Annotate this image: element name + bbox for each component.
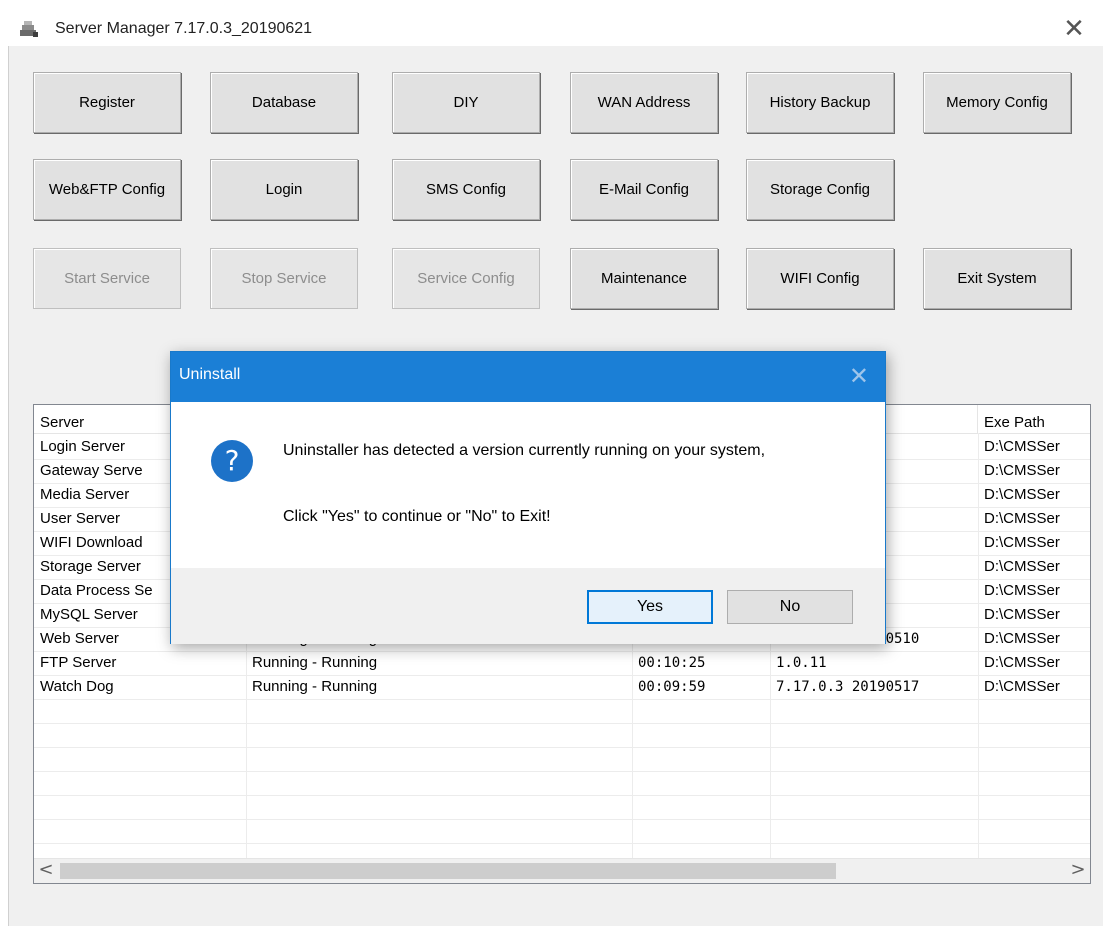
- cell-path: D:\CMSSer: [984, 678, 1060, 695]
- yes-button[interactable]: Yes: [587, 590, 713, 624]
- cell-path: D:\CMSSer: [984, 486, 1060, 503]
- dialog-message-line-1: Uninstaller has detected a version curre…: [283, 442, 766, 459]
- table-row: [34, 771, 1090, 796]
- dialog-title: Uninstall: [179, 366, 241, 383]
- table-row[interactable]: Watch Dog Running - Running 00:09:59 7.17.0…: [34, 675, 1090, 700]
- cell-status: Running - Running: [252, 678, 378, 695]
- cell-version: 1.0.11: [776, 655, 827, 671]
- scrollbar-thumb[interactable]: [60, 863, 836, 879]
- storage-config-button[interactable]: Storage Config: [746, 159, 894, 220]
- cell-path: D:\CMSSer: [984, 606, 1060, 623]
- cell-server: Watch Dog: [40, 678, 114, 695]
- cell-status: Running - Running: [252, 654, 378, 671]
- exit-system-button[interactable]: Exit System: [923, 248, 1071, 309]
- cell-path: D:\CMSSer: [984, 582, 1060, 599]
- cell-path: D:\CMSSer: [984, 534, 1060, 551]
- cell-path: D:\CMSSer: [984, 654, 1060, 671]
- table-row: [34, 699, 1090, 724]
- service-config-button: Service Config: [392, 248, 540, 309]
- table-row: [34, 795, 1090, 820]
- cell-time: 00:10:25: [638, 655, 706, 671]
- cell-path: D:\CMSSer: [984, 558, 1060, 575]
- history-backup-button[interactable]: History Backup: [746, 72, 894, 133]
- wifi-config-button[interactable]: WIFI Config: [746, 248, 894, 309]
- email-config-button[interactable]: E-Mail Config: [570, 159, 718, 220]
- wan-address-button[interactable]: WAN Address: [570, 72, 718, 133]
- login-button[interactable]: Login: [210, 159, 358, 220]
- dialog-title-bar: Uninstall ✕: [171, 352, 885, 402]
- diy-button[interactable]: DIY: [392, 72, 540, 133]
- cell-path: D:\CMSSer: [984, 510, 1060, 527]
- close-icon[interactable]: ✕: [1059, 14, 1089, 44]
- dialog-button-bar: Yes No: [171, 568, 885, 644]
- no-button[interactable]: No: [727, 590, 853, 624]
- web-ftp-config-button[interactable]: Web&FTP Config: [33, 159, 181, 220]
- table-row: [34, 747, 1090, 772]
- sms-config-button[interactable]: SMS Config: [392, 159, 540, 220]
- scroll-right-icon[interactable]: >: [1066, 859, 1090, 883]
- cell-time: 00:09:59: [638, 679, 706, 695]
- memory-config-button[interactable]: Memory Config: [923, 72, 1071, 133]
- question-icon: ?: [211, 440, 253, 482]
- table-row: [34, 819, 1090, 844]
- cell-version: 7.17.0.3 20190517: [776, 679, 920, 695]
- cell-server: FTP Server: [40, 654, 117, 671]
- table-row[interactable]: FTP Server Running - Running 00:10:25 1.0.1…: [34, 651, 1090, 676]
- uninstall-dialog: Uninstall ✕ ? Uninstaller has detected a…: [170, 351, 886, 644]
- scroll-left-icon[interactable]: <: [34, 859, 58, 883]
- register-button[interactable]: Register: [33, 72, 181, 133]
- column-header-exe-path[interactable]: Exe Path: [978, 405, 1090, 433]
- cell-path: D:\CMSSer: [984, 630, 1060, 647]
- table-row: [34, 723, 1090, 748]
- horizontal-scrollbar[interactable]: < >: [34, 858, 1090, 883]
- dialog-message-line-2: Click "Yes" to continue or "No" to Exit!: [283, 508, 551, 525]
- cell-path: D:\CMSSer: [984, 438, 1060, 455]
- server-manager-app-icon: [20, 21, 38, 37]
- maintenance-button[interactable]: Maintenance: [570, 248, 718, 309]
- window-title: Server Manager 7.17.0.3_20190621: [55, 20, 313, 37]
- dialog-close-icon[interactable]: ✕: [849, 362, 869, 390]
- database-button[interactable]: Database: [210, 72, 358, 133]
- start-service-button: Start Service: [33, 248, 181, 309]
- cell-path: D:\CMSSer: [984, 462, 1060, 479]
- stop-service-button: Stop Service: [210, 248, 358, 309]
